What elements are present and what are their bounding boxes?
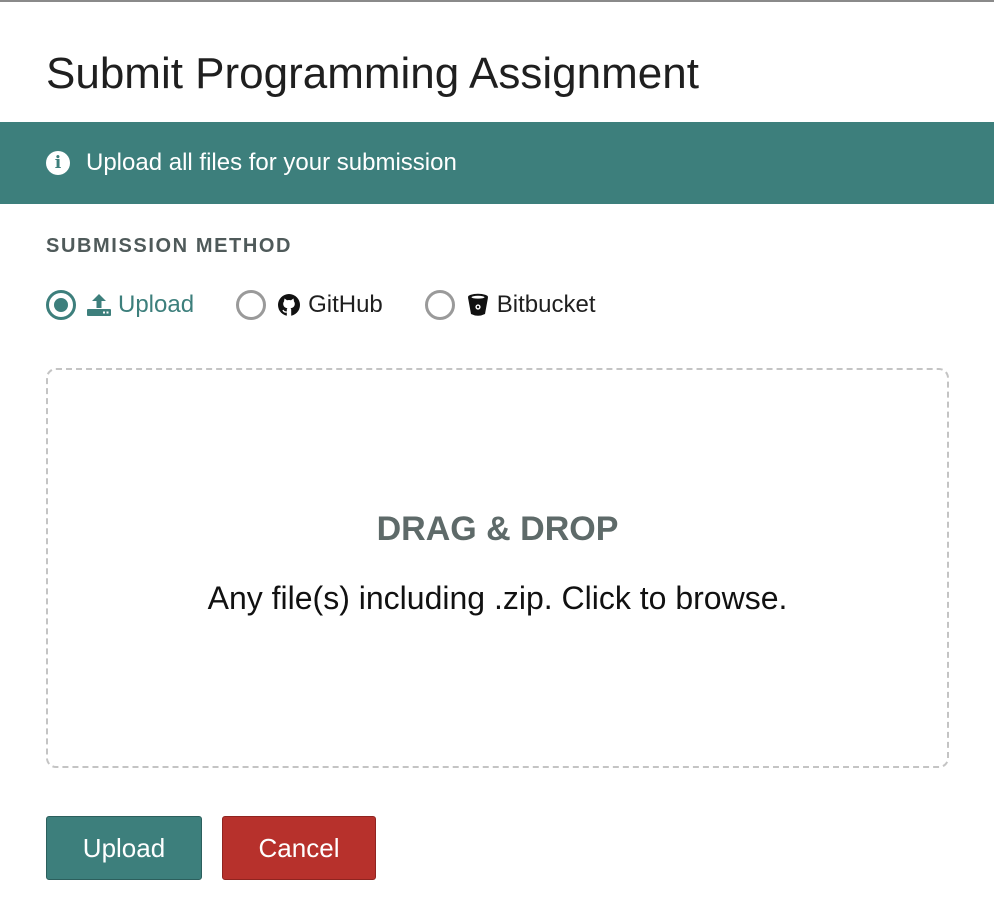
file-dropzone[interactable]: DRAG & DROP Any file(s) including .zip. …	[46, 368, 949, 768]
upload-icon	[86, 292, 112, 318]
submission-method-group: Upload GitHub Bitbucket	[46, 286, 637, 324]
cancel-button[interactable]: Cancel	[222, 816, 376, 880]
dropzone-title: DRAG & DROP	[376, 510, 619, 548]
upload-button[interactable]: Upload	[46, 816, 202, 880]
dropzone-hint: Any file(s) including .zip. Click to bro…	[207, 580, 788, 616]
github-method-label: GitHub	[308, 291, 383, 318]
github-icon	[276, 292, 302, 318]
submission-method-label: SUBMISSION METHOD	[46, 235, 293, 257]
method-option-upload[interactable]: Upload	[46, 290, 194, 320]
bitbucket-icon	[465, 292, 491, 318]
github-radio[interactable]	[236, 290, 267, 320]
upload-radio[interactable]	[46, 290, 76, 320]
submit-assignment-dialog: Submit Programming Assignment i Upload a…	[0, 0, 994, 924]
banner-text: Upload all files for your submission	[86, 149, 457, 176]
info-icon: i	[46, 151, 70, 175]
method-option-github[interactable]: GitHub	[236, 290, 383, 320]
method-option-bitbucket[interactable]: Bitbucket	[424, 290, 596, 320]
bitbucket-radio[interactable]	[424, 290, 455, 320]
dialog-title: Submit Programming Assignment	[46, 49, 699, 98]
info-banner: i Upload all files for your submission	[0, 122, 994, 204]
upload-method-label: Upload	[118, 291, 195, 318]
bitbucket-method-label: Bitbucket	[496, 291, 596, 318]
